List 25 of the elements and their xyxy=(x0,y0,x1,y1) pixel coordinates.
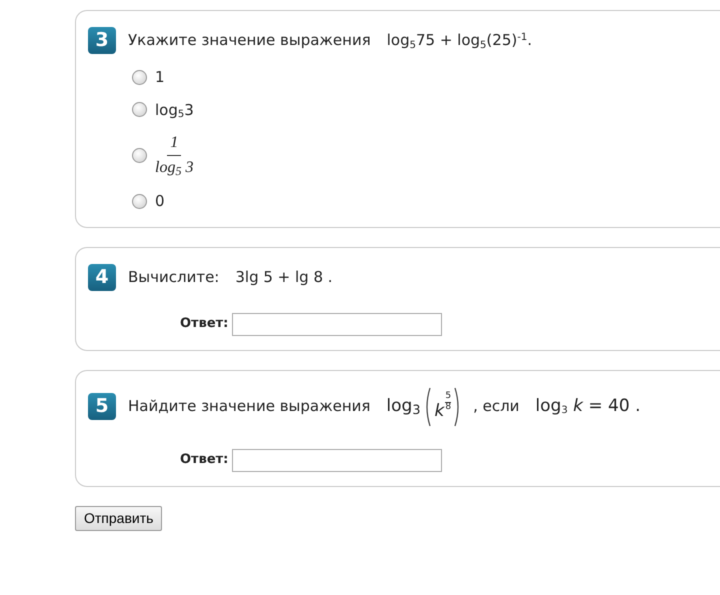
question-text: Найдите значение выражения xyxy=(128,396,370,418)
formula: log$_{3}$ xyxy=(386,394,420,420)
submit-button[interactable]: Отправить xyxy=(75,506,162,530)
formula: log$_{5}$75 + log$_{5}$(25)$^{-1}$. xyxy=(386,30,532,52)
radio-button[interactable] xyxy=(132,102,147,118)
radio-button[interactable] xyxy=(132,70,147,85)
question-text: Укажите значение выражения xyxy=(128,30,371,52)
answer-label: Ответ: xyxy=(180,315,228,334)
answer-label: Ответ: xyxy=(180,451,228,470)
option-label: 1 xyxy=(155,67,165,88)
formula: 3lg 5 + lg 8 . xyxy=(235,266,333,288)
question-number: 5 xyxy=(88,393,116,420)
option-fraction: 1 log$_{5}$ 3 xyxy=(155,131,194,180)
answer-field[interactable] xyxy=(232,448,442,472)
question-number: 4 xyxy=(88,264,116,290)
answer-field[interactable] xyxy=(232,312,442,336)
question-number: 3 xyxy=(88,27,116,54)
radio-button[interactable] xyxy=(132,194,147,209)
option-label: 0 xyxy=(155,191,165,212)
question-text: Вычислите: xyxy=(128,266,220,288)
radio-button[interactable] xyxy=(132,148,147,163)
option-label: log$_{5}$3 xyxy=(155,100,194,121)
formula: k 5 8 xyxy=(434,392,452,422)
connector-text: , если xyxy=(473,396,520,418)
formula: log$_{3}$ k = 40 . xyxy=(535,394,640,418)
